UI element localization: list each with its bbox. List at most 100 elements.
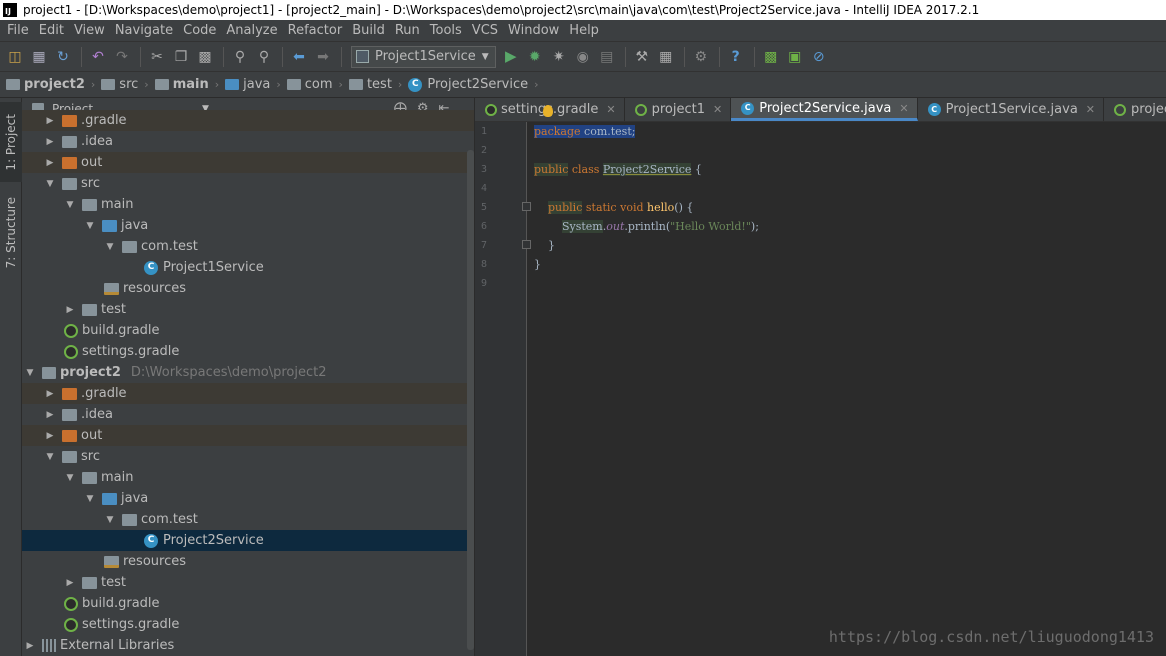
menu-run[interactable]: Run (390, 20, 425, 42)
tool-tab-project[interactable]: 1: Project (0, 102, 22, 182)
project-structure-icon[interactable]: ⚒ (631, 46, 653, 68)
tab-project2[interactable]: project2✕ (1104, 98, 1166, 121)
tab-project2service-java[interactable]: C Project2Service.java ✕ (731, 98, 918, 121)
undo-icon[interactable]: ↶ (87, 46, 109, 68)
chevron-down-icon[interactable]: ▼ (44, 452, 56, 462)
menu-refactor[interactable]: Refactor (283, 20, 348, 42)
forward-arrow-icon[interactable]: ➡ (312, 46, 334, 68)
back-arrow-icon[interactable]: ⬅ (288, 46, 310, 68)
monitor-icon[interactable]: ▣ (784, 46, 806, 68)
breadcrumb-class[interactable]: C Project2Service › (408, 77, 544, 92)
breadcrumb-test[interactable]: test › (348, 77, 408, 92)
breadcrumb-src[interactable]: src › (101, 77, 154, 92)
menu-analyze[interactable]: Analyze (221, 20, 282, 42)
tree-item-gradle[interactable]: ▶ .gradle (22, 110, 474, 131)
chevron-down-icon[interactable]: ▼ (24, 368, 36, 378)
tree-item-class-selected[interactable]: C Project2Service (22, 530, 474, 551)
breadcrumb-project2[interactable]: project2 › (6, 77, 101, 92)
menu-file[interactable]: File (2, 20, 34, 42)
tab-project1service-java[interactable]: C Project1Service.java ✕ (918, 98, 1105, 121)
close-icon[interactable]: ✕ (1086, 103, 1095, 116)
help-icon[interactable]: ? (725, 46, 747, 68)
chevron-down-icon[interactable]: ▼ (84, 494, 96, 504)
lightbulb-icon[interactable] (543, 105, 553, 117)
cut-icon[interactable]: ✂ (146, 46, 168, 68)
tree-item-main[interactable]: ▼ main (22, 194, 474, 215)
menu-view[interactable]: View (69, 20, 110, 42)
tree-item-resources[interactable]: resources (22, 278, 474, 299)
chevron-right-icon[interactable]: ▶ (64, 578, 76, 588)
code-editor[interactable]: package com.test; public class Project2S… (528, 122, 1166, 656)
save-icon[interactable]: ▦ (28, 46, 50, 68)
tree-item-idea[interactable]: ▶ .idea (22, 131, 474, 152)
tree-item-package[interactable]: ▼ com.test (22, 509, 474, 530)
chevron-right-icon[interactable]: ▶ (44, 137, 56, 147)
menu-help[interactable]: Help (564, 20, 604, 42)
breadcrumb-java[interactable]: java › (225, 77, 287, 92)
tab-project1[interactable]: project1 ✕ (625, 98, 732, 121)
close-icon[interactable]: ✕ (713, 103, 722, 116)
chevron-right-icon[interactable]: ▶ (44, 389, 56, 399)
run-configuration-select[interactable]: Project1Service ▼ (351, 45, 496, 68)
chevron-right-icon[interactable]: ▶ (44, 410, 56, 420)
redo-icon[interactable]: ↷ (111, 46, 133, 68)
chevron-right-icon[interactable]: ▶ (44, 431, 56, 441)
tree-item-build-gradle[interactable]: build.gradle (22, 320, 474, 341)
tree-item-gradle[interactable]: ▶ .gradle (22, 383, 474, 404)
tree-item-class[interactable]: C Project1Service (22, 257, 474, 278)
tree-item-java[interactable]: ▼ java (22, 215, 474, 236)
tree-item-out[interactable]: ▶ out (22, 152, 474, 173)
chevron-right-icon[interactable]: ▶ (64, 305, 76, 315)
tree-item-module[interactable]: ▼ project2 D:\Workspaces\demo\project2 (22, 362, 474, 383)
copy-icon[interactable]: ❐ (170, 46, 192, 68)
disable-icon[interactable]: ⊘ (808, 46, 830, 68)
tab-settings-gradle[interactable]: settings.gradle✕ (475, 98, 625, 121)
tree-item-resources[interactable]: resources (22, 551, 474, 572)
tree-item-settings-gradle[interactable]: settings.gradle (22, 341, 474, 362)
debug-icon[interactable]: ✹ (524, 46, 546, 68)
sdk-icon[interactable]: ⚙ (690, 46, 712, 68)
tree-item-java[interactable]: ▼ java (22, 488, 474, 509)
breadcrumb-main[interactable]: main › (154, 77, 225, 92)
chevron-down-icon[interactable]: ▼ (104, 515, 116, 525)
chevron-down-icon[interactable]: ▼ (64, 200, 76, 210)
tree-item-build-gradle[interactable]: build.gradle (22, 593, 474, 614)
chevron-right-icon[interactable]: ▶ (44, 158, 56, 168)
menu-navigate[interactable]: Navigate (110, 20, 178, 42)
chevron-right-icon[interactable]: ▶ (24, 641, 36, 651)
chevron-right-icon[interactable]: ▶ (44, 116, 56, 126)
tree-item-test[interactable]: ▶ test (22, 299, 474, 320)
paste-icon[interactable]: ▩ (194, 46, 216, 68)
run-icon[interactable]: ▶ (500, 46, 522, 68)
chevron-down-icon[interactable]: ▼ (84, 221, 96, 231)
plugin-icon[interactable]: ▩ (760, 46, 782, 68)
tree-item-package[interactable]: ▼ com.test (22, 236, 474, 257)
tool-tab-structure[interactable]: 7: Structure (0, 188, 22, 278)
chevron-down-icon[interactable]: ▼ (64, 473, 76, 483)
stop-icon[interactable]: ▤ (596, 46, 618, 68)
tree-item-src[interactable]: ▼ src (22, 446, 474, 467)
tree-item-idea[interactable]: ▶ .idea (22, 404, 474, 425)
replace-icon[interactable]: ⚲ (253, 46, 275, 68)
tree-item-external-libraries[interactable]: ▶ External Libraries (22, 635, 474, 656)
coverage-icon[interactable]: ✷ (548, 46, 570, 68)
chevron-down-icon[interactable]: ▼ (104, 242, 116, 252)
tree-item-settings-gradle[interactable]: settings.gradle (22, 614, 474, 635)
open-folder-icon[interactable]: ◫ (4, 46, 26, 68)
close-icon[interactable]: ✕ (899, 102, 908, 115)
tree-item-out[interactable]: ▶ out (22, 425, 474, 446)
tree-scrollbar[interactable] (467, 150, 474, 650)
menu-window[interactable]: Window (503, 20, 564, 42)
breadcrumb-com[interactable]: com › (286, 77, 349, 92)
settings-icon[interactable]: ▦ (655, 46, 677, 68)
tree-item-src[interactable]: ▼ src (22, 173, 474, 194)
sync-icon[interactable]: ↻ (52, 46, 74, 68)
tree-item-test[interactable]: ▶ test (22, 572, 474, 593)
menu-build[interactable]: Build (347, 20, 390, 42)
menu-edit[interactable]: Edit (34, 20, 69, 42)
profile-icon[interactable]: ◉ (572, 46, 594, 68)
chevron-down-icon[interactable]: ▼ (44, 179, 56, 189)
close-icon[interactable]: ✕ (606, 103, 615, 116)
menu-vcs[interactable]: VCS (467, 20, 503, 42)
find-icon[interactable]: ⚲ (229, 46, 251, 68)
